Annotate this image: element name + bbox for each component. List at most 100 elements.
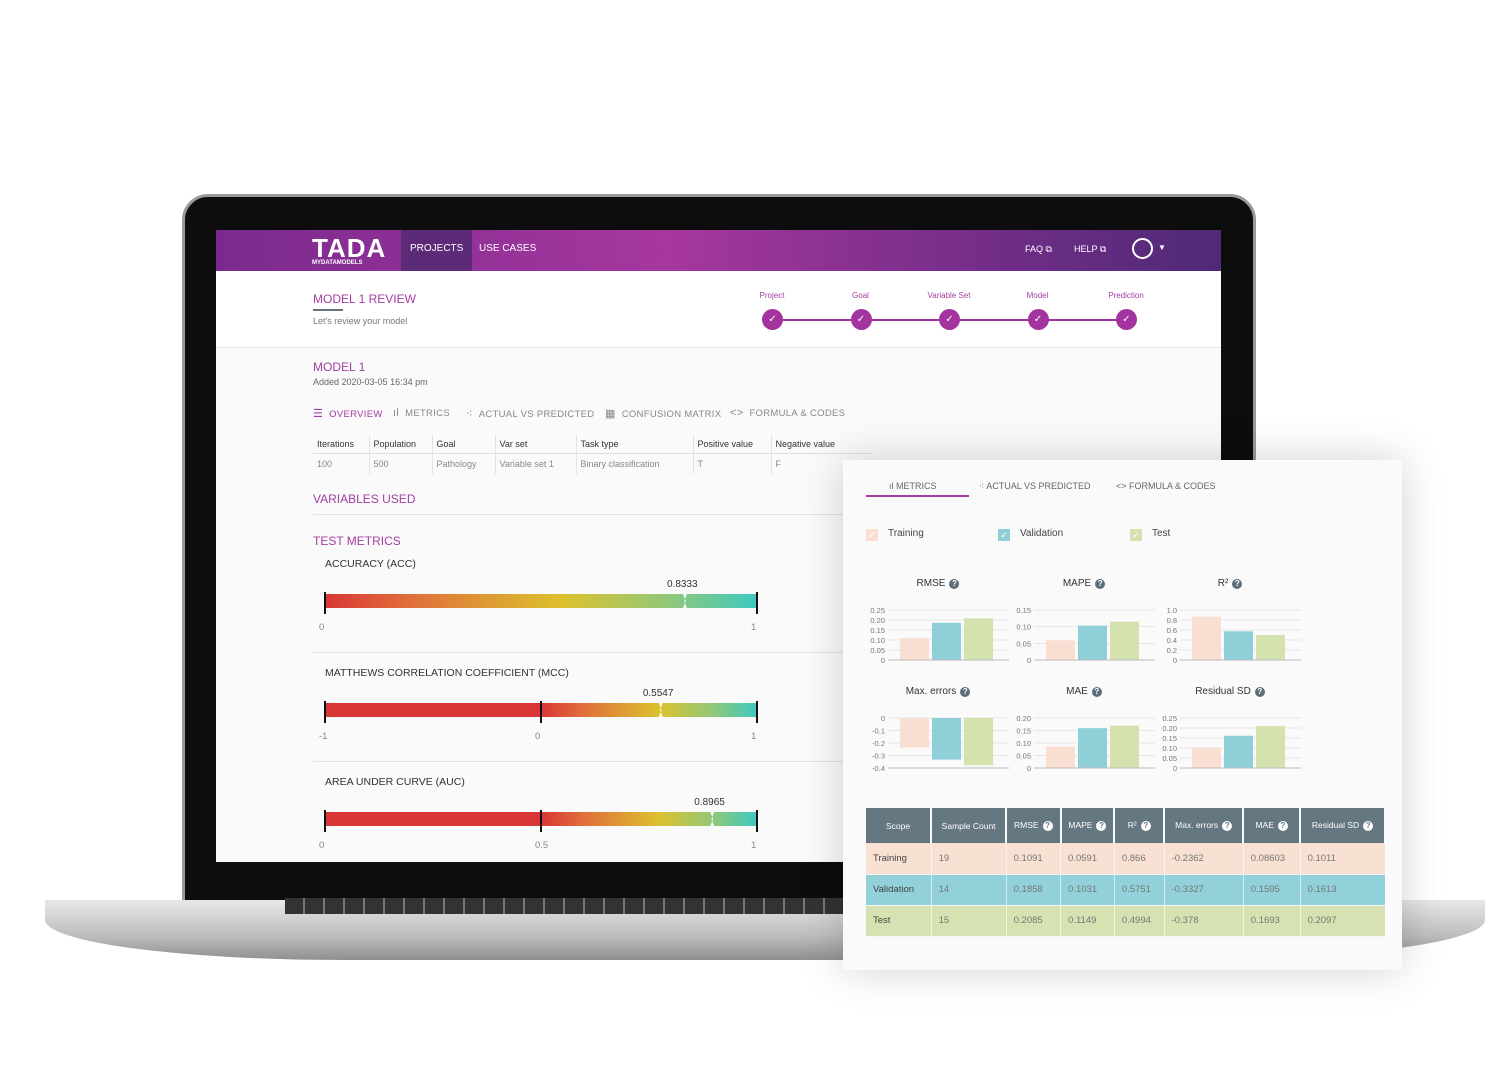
bar-training (1046, 746, 1075, 768)
overview-table: Iterations Population Goal Var set Task type… (313, 435, 871, 474)
column-header: Negative value (770, 435, 871, 454)
column-header: R²? (1114, 808, 1166, 843)
gauge-title: AREA UNDER CURVE (AUC) (325, 776, 465, 788)
help-icon[interactable]: ? (1254, 687, 1265, 697)
help-icon[interactable]: ? (1096, 821, 1107, 831)
chart-svg: 00.050.100.150.200.25 (1162, 714, 1301, 773)
checkbox-icon: ✓ (866, 529, 878, 541)
gauge-title: ACCURACY (ACC) (325, 558, 416, 570)
logo[interactable]: TADA MYDATAMODELS (312, 233, 386, 266)
tab-overview[interactable]: ☰ OVERVIEW (313, 407, 383, 420)
tick-label: 0 (1027, 764, 1031, 773)
cell: 0.08603 (1243, 843, 1301, 875)
gauge-tick-label: 0 (319, 622, 325, 633)
step-label: Project (759, 291, 785, 300)
tick-label: 0.25 (1162, 714, 1177, 723)
chevron-down-icon[interactable]: ▼ (1158, 243, 1166, 252)
tab-actual-vs-predicted[interactable]: ⁖ ACTUAL VS PREDICTED (979, 481, 1090, 492)
tab-formula-codes[interactable]: <> FORMULA & CODES (730, 407, 845, 419)
variables-used-heading[interactable]: VARIABLES USED (313, 492, 415, 506)
chart-title: R²? (1155, 578, 1305, 589)
user-avatar-icon[interactable] (1132, 238, 1153, 259)
gauge-bar (325, 594, 757, 608)
bar-test (964, 718, 993, 766)
step-check-icon[interactable]: ✓ (1027, 309, 1049, 330)
tab-formula-codes[interactable]: <> FORMULA & CODES (1116, 481, 1216, 491)
test-metrics-heading: TEST METRICS (313, 534, 401, 548)
tick-label: 0.10 (870, 636, 885, 645)
tick-label: 0.8 (1167, 616, 1177, 625)
nav-use-cases[interactable]: USE CASES (470, 230, 545, 271)
help-icon[interactable]: ? (949, 579, 960, 589)
column-header: Goal (431, 435, 495, 454)
help-icon[interactable]: ? (1232, 579, 1243, 589)
tick-label: -0.3 (872, 752, 885, 761)
help-icon[interactable]: ? (1222, 821, 1233, 831)
help-icon[interactable]: ? (1363, 821, 1374, 831)
active-tab-indicator (866, 495, 969, 497)
tab-confusion-matrix[interactable]: ▦ CONFUSION MATRIX (605, 407, 721, 420)
gauge-tick-label: 0.5 (535, 840, 549, 851)
gauge-tick (756, 701, 758, 723)
legend-checkbox-test[interactable]: ✓ Test (1130, 528, 1170, 541)
chart-svg: 00.20.40.60.81.0 (1167, 606, 1301, 665)
mini-chart: R²? 0 0.2 0.4 0.6 0.8 1.0 (1155, 578, 1305, 678)
cell: 0.1858 (1006, 874, 1062, 906)
column-header: RMSE? (1006, 808, 1062, 843)
cell: 500 (368, 453, 432, 474)
help-icon[interactable]: ? (1042, 821, 1053, 831)
tab-metrics[interactable]: ıl METRICS (889, 481, 937, 491)
help-icon[interactable]: ? (960, 687, 971, 697)
bar-test (1256, 726, 1285, 768)
tick-label: 0.20 (1016, 714, 1031, 723)
help-icon[interactable]: ? (1277, 821, 1288, 831)
nav-projects[interactable]: PROJECTS (401, 230, 473, 271)
bar-training (1192, 747, 1221, 768)
gauge-tick (324, 701, 326, 723)
table-row: Test 15 0.2085 0.1149 0.4994 -0.378 0.1693 0.20… (866, 905, 1386, 937)
cell: Validation (866, 874, 932, 906)
bar-training (900, 638, 929, 660)
divider (313, 761, 853, 762)
step-check-icon[interactable]: ✓ (850, 309, 872, 330)
step-check-icon[interactable]: ✓ (1116, 309, 1137, 330)
gauge-tick-label: 1 (751, 622, 757, 633)
title-underline (313, 309, 343, 311)
top-nav: TADA MYDATAMODELS PROJECTS USE CASES FAQ … (216, 230, 1221, 271)
mini-chart: Max. errors? -0.4 -0.3 -0.2 -0.1 0 (863, 686, 1013, 786)
grid-icon: ▦ (605, 408, 616, 420)
page-subtitle: Let's review your model (313, 316, 408, 326)
bar-test (1110, 725, 1139, 768)
divider (313, 652, 853, 653)
step-check-icon[interactable]: ✓ (762, 309, 783, 330)
legend-checkbox-validation[interactable]: ✓ Validation (998, 528, 1063, 541)
legend-checkbox-training[interactable]: ✓ Training (866, 528, 924, 541)
help-icon[interactable]: ? (1140, 821, 1151, 831)
column-header: Task type (575, 435, 693, 454)
help-icon[interactable]: ? (1091, 687, 1102, 697)
tick-label: 0.15 (1016, 606, 1031, 615)
help-link[interactable]: HELP ⧉ (1074, 244, 1106, 255)
faq-link[interactable]: FAQ ⧉ (1025, 244, 1052, 255)
column-header: Sample Count (931, 808, 1008, 843)
help-icon[interactable]: ? (1095, 579, 1106, 589)
gauge-title: MATTHEWS CORRELATION COEFFICIENT (MCC) (325, 667, 569, 679)
tab-metrics[interactable]: ıl METRICS (393, 407, 450, 419)
step-check-icon[interactable]: ✓ (939, 309, 960, 330)
cell: 0.1613 (1300, 874, 1386, 906)
bar-validation (1224, 735, 1253, 768)
mini-chart: MAE? 0 0.05 0.10 0.15 0.20 (1009, 686, 1159, 786)
bar-validation (932, 622, 961, 660)
tick-label: 0.20 (1162, 724, 1177, 733)
gauge-value: 0.8333 (666, 579, 698, 590)
tab-actual-vs-predicted[interactable]: ⁖ ACTUAL VS PREDICTED (466, 407, 594, 420)
tick-label: 1.0 (1167, 606, 1177, 615)
bar-training (900, 718, 929, 748)
column-header: Scope (866, 808, 933, 843)
step-label: Variable Set (927, 291, 971, 300)
cell: Training (866, 843, 932, 875)
scatter-icon: ⁖ (466, 408, 473, 420)
table-row: Training 19 0.1091 0.0591 0.866 -0.2362 0.0860… (866, 843, 1386, 875)
cell: 19 (931, 843, 1007, 875)
chart-svg: -0.4 -0.3 -0.2 -0.1 0 (872, 714, 1009, 773)
